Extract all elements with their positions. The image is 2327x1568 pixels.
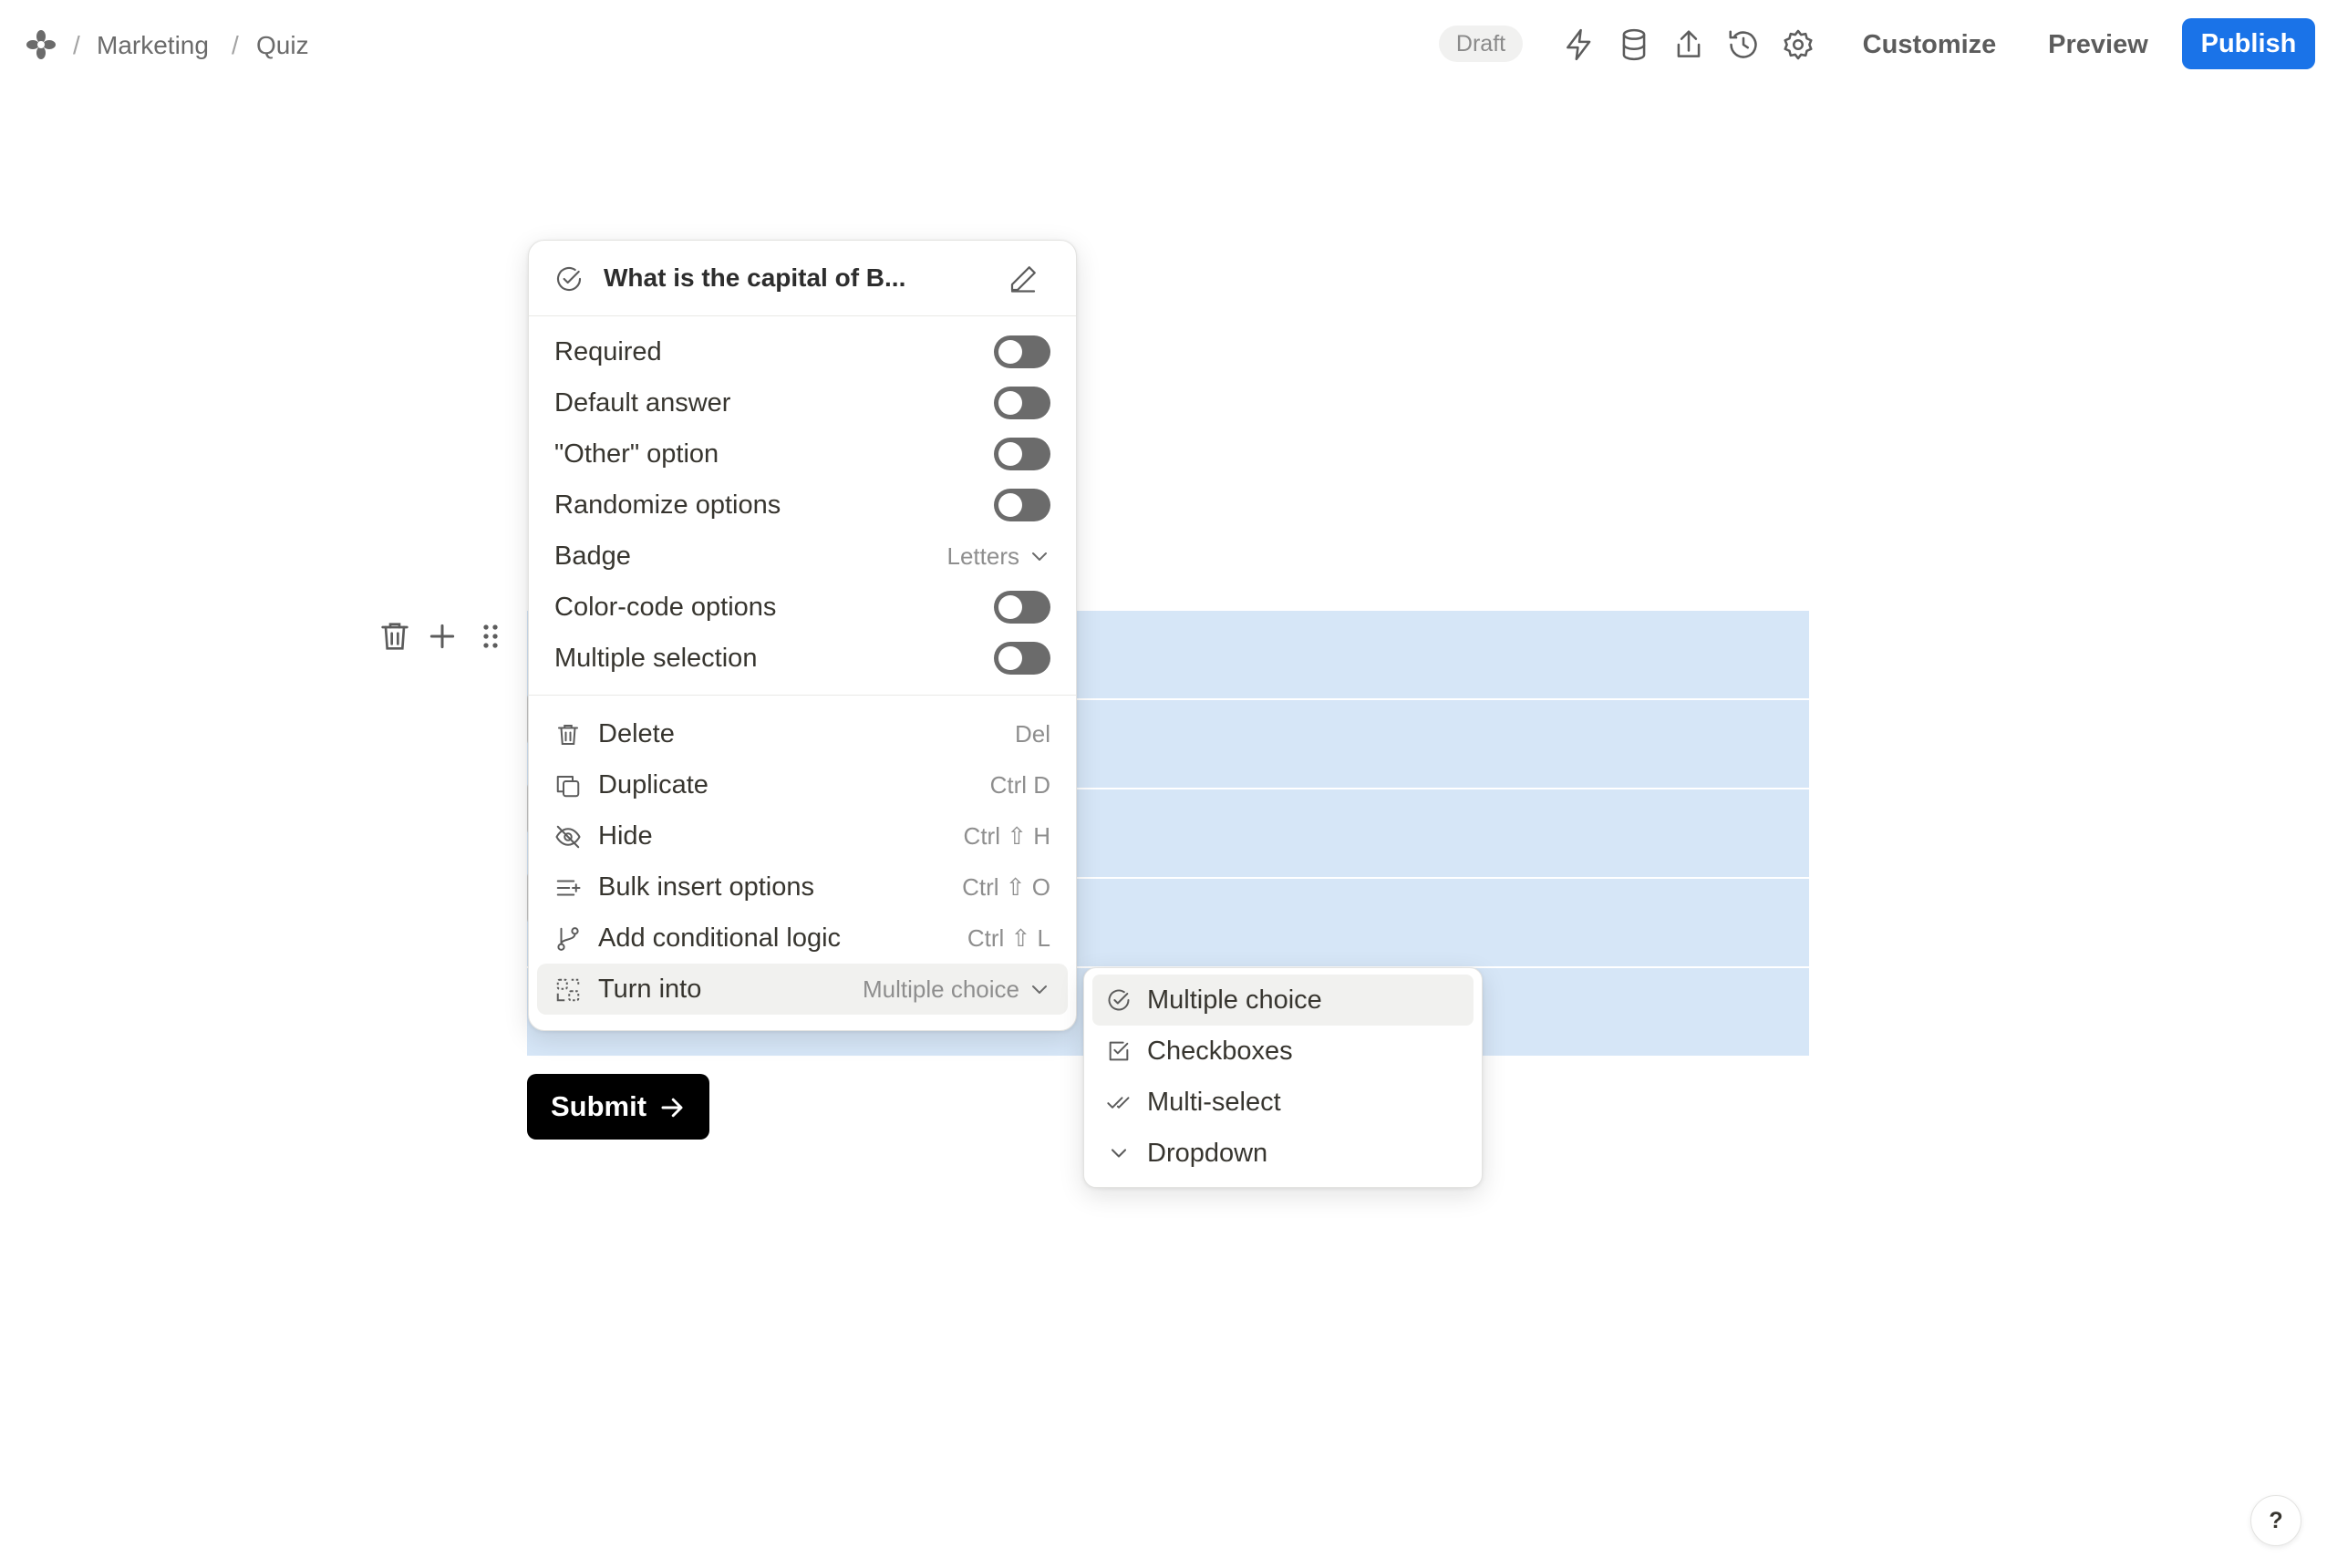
setting-other-option[interactable]: "Other" option (529, 428, 1076, 480)
action-hide[interactable]: Hide Ctrl ⇧ H (529, 810, 1076, 861)
turn-into-label: Dropdown (1147, 1139, 1268, 1168)
action-conditional-logic[interactable]: Add conditional logic Ctrl ⇧ L (529, 913, 1076, 964)
branch-icon (554, 925, 582, 953)
shortcut-label: Ctrl ⇧ L (967, 924, 1050, 952)
lightning-icon[interactable] (1562, 27, 1597, 62)
action-bulk-insert[interactable]: Bulk insert options Ctrl ⇧ O (529, 861, 1076, 913)
action-label: Delete (598, 719, 675, 748)
circle-check-icon (554, 264, 584, 294)
action-label: Add conditional logic (598, 923, 842, 953)
breadcrumb-page[interactable]: Quiz (256, 27, 309, 64)
menu-divider (529, 695, 1076, 696)
turn-into-multi-select[interactable]: Multi-select (1084, 1077, 1482, 1128)
action-label: Turn into (598, 975, 702, 1004)
setting-label: Required (554, 337, 662, 366)
breadcrumb-separator: / (73, 31, 80, 59)
setting-multiple-selection[interactable]: Multiple selection (529, 633, 1076, 684)
bulk-insert-icon (554, 874, 582, 902)
action-label: Hide (598, 821, 653, 851)
default-answer-toggle[interactable] (994, 387, 1050, 419)
setting-default-answer[interactable]: Default answer (529, 377, 1076, 428)
action-delete[interactable]: Delete Del (529, 708, 1076, 759)
setting-label: Multiple selection (554, 644, 758, 673)
turn-into-submenu: Multiple choice Checkboxes Multi-select … (1083, 967, 1483, 1188)
settings-icon[interactable] (1781, 27, 1815, 62)
badge-select-value[interactable]: Letters (947, 531, 1020, 582)
submit-label: Submit (551, 1090, 647, 1122)
setting-color-code-options[interactable]: Color-code options (529, 582, 1076, 633)
arrow-right-icon (658, 1094, 686, 1121)
breadcrumb-workspace[interactable]: Marketing (97, 27, 209, 64)
turn-into-icon (554, 976, 582, 1004)
chevron-down-icon (1106, 1140, 1132, 1166)
status-badge: Draft (1439, 26, 1523, 62)
turn-into-label: Multiple choice (1147, 985, 1322, 1015)
setting-label: Color-code options (554, 593, 777, 622)
action-label: Bulk insert options (598, 872, 814, 902)
shortcut-label: Ctrl D (989, 771, 1050, 799)
randomize-options-toggle[interactable] (994, 489, 1050, 521)
action-label: Duplicate (598, 770, 708, 799)
duplicate-icon (554, 772, 582, 799)
submit-button[interactable]: Submit (527, 1074, 709, 1140)
chevron-down-icon[interactable] (1029, 545, 1050, 567)
app-logo-icon[interactable] (26, 29, 57, 60)
eye-off-icon (554, 823, 582, 851)
turn-into-label: Multi-select (1147, 1088, 1281, 1117)
action-turn-into[interactable]: Turn into Multiple choice (537, 964, 1068, 1015)
menu-header: What is the capital of B... (529, 241, 1076, 316)
history-icon[interactable] (1726, 27, 1761, 62)
shortcut-label: Ctrl ⇧ H (963, 822, 1050, 850)
circle-check-icon (1106, 987, 1132, 1013)
database-icon[interactable] (1617, 27, 1651, 62)
drag-handle-icon[interactable] (472, 618, 509, 655)
share-icon[interactable] (1671, 27, 1706, 62)
action-duplicate[interactable]: Duplicate Ctrl D (529, 759, 1076, 810)
checkbox-icon (1106, 1038, 1132, 1064)
question-title: What is the capital of B... (604, 263, 906, 292)
color-code-toggle[interactable] (994, 591, 1050, 624)
other-option-toggle[interactable] (994, 438, 1050, 470)
question-settings-menu: What is the capital of B... Required Def… (528, 240, 1077, 1031)
help-button[interactable]: ? (2250, 1495, 2301, 1546)
add-block-icon[interactable] (424, 618, 460, 655)
delete-block-icon[interactable] (377, 618, 413, 655)
setting-badge[interactable]: Badge Letters (529, 531, 1076, 582)
publish-button[interactable]: Publish (2182, 18, 2315, 69)
shortcut-label: Ctrl ⇧ O (962, 873, 1050, 901)
turn-into-label: Checkboxes (1147, 1037, 1293, 1066)
turn-into-dropdown[interactable]: Dropdown (1084, 1128, 1482, 1179)
turn-into-multiple-choice[interactable]: Multiple choice (1092, 975, 1474, 1026)
required-toggle[interactable] (994, 335, 1050, 368)
turn-into-checkboxes[interactable]: Checkboxes (1084, 1026, 1482, 1077)
trash-icon (554, 721, 582, 748)
setting-required[interactable]: Required (529, 326, 1076, 377)
chevron-down-icon (1029, 978, 1050, 1000)
turn-into-current-value: Multiple choice (863, 975, 1019, 1003)
setting-label: Default answer (554, 388, 731, 418)
edit-pencil-icon[interactable] (1007, 263, 1039, 295)
double-check-icon (1106, 1089, 1132, 1115)
customize-button[interactable]: Customize (1856, 22, 2002, 67)
setting-label: Randomize options (554, 490, 781, 520)
breadcrumb-separator: / (232, 31, 239, 59)
setting-randomize-options[interactable]: Randomize options (529, 480, 1076, 531)
shortcut-label: Del (1014, 720, 1050, 748)
setting-label: "Other" option (554, 439, 719, 469)
setting-label: Badge (554, 542, 631, 571)
multiple-selection-toggle[interactable] (994, 642, 1050, 675)
preview-button[interactable]: Preview (2039, 22, 2157, 67)
